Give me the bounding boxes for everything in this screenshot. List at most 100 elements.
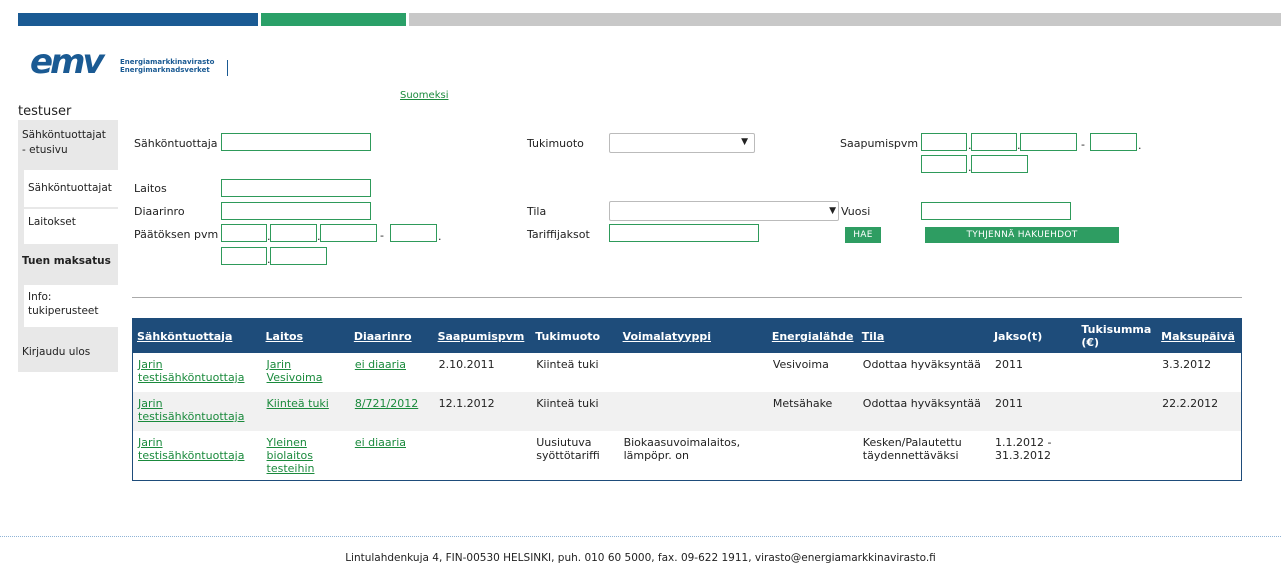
column-header[interactable]: Energialähde (767, 318, 858, 353)
results-table: Sähköntuottaja Laitos Diaarinro Saapumis… (132, 318, 1242, 481)
cell: Vesivoima (772, 358, 829, 371)
chevron-down-icon: ▼ (741, 137, 748, 147)
cell: Kiinteä tuki (536, 358, 599, 371)
label-vuosi: Vuosi (841, 205, 871, 218)
sidebar-item-etusivu[interactable]: Sähköntuottajat - etusivu (22, 128, 112, 158)
cell: Uusiutuva syöttötariffi (536, 436, 600, 462)
sidebar-item-label: Laitokset (28, 216, 76, 228)
cell (618, 392, 768, 431)
laitos-input[interactable] (221, 179, 371, 197)
logo-text: emv (30, 42, 105, 82)
label-diaarinro: Diaarinro (134, 205, 185, 218)
header-bar-green (261, 13, 406, 26)
sidebar-item-label: Sähköntuottajat (28, 182, 112, 194)
cell: Odottaa hyväksyntää (857, 392, 990, 431)
column-header[interactable]: Voimalatyyppi (618, 318, 768, 353)
cell-link[interactable]: Yleinen biolaitos testeihin (267, 436, 315, 475)
saapumispvm-from-month[interactable] (971, 133, 1017, 151)
range-dash: - (1081, 138, 1085, 151)
cell: Odottaa hyväksyntää (862, 358, 981, 371)
column-header[interactable]: Maksupäivä (1157, 318, 1242, 353)
cell-link[interactable]: Jarin Vesivoima (267, 358, 323, 384)
sidebar-item-tuen-maksatus[interactable]: Tuen maksatus (22, 255, 111, 267)
cell-link[interactable]: Jarin testisähköntuottaja (138, 436, 244, 462)
saapumispvm-to-month[interactable] (921, 155, 967, 173)
paatoksen-pvm-to-month[interactable] (221, 247, 267, 265)
header-bar-gray (409, 13, 1281, 26)
cell: Biokaasuvoimalaitos, lämpöpr. on (623, 436, 741, 462)
sidebar-item-kirjaudu-ulos[interactable]: Kirjaudu ulos (22, 346, 90, 358)
cell: 2011 (994, 358, 1023, 371)
cell: Metsähake (767, 392, 858, 431)
saapumispvm-to-year[interactable] (971, 155, 1028, 173)
sidebar-item-laitokset[interactable]: Laitokset (24, 209, 118, 244)
cell: 2011 (989, 392, 1078, 431)
chevron-down-icon: ▼ (829, 206, 836, 216)
label-tila: Tila (527, 205, 547, 218)
cell-link[interactable]: Jarin testisähköntuottaja (138, 397, 244, 423)
tukimuoto-select[interactable]: ▼ (609, 133, 755, 153)
sahkontuottaja-input[interactable] (221, 133, 371, 151)
divider (132, 297, 1242, 298)
label-tukimuoto: Tukimuoto (527, 137, 584, 150)
cell-link[interactable]: ei diaaria (355, 358, 406, 371)
column-header: Tukisumma (€) (1077, 318, 1158, 353)
cell (1157, 431, 1241, 481)
date-separator: . (438, 230, 442, 243)
column-header: Jakso(t) (989, 318, 1078, 353)
label-paatoksen-pvm: Päätöksen pvm (134, 228, 219, 241)
label-laitos: Laitos (134, 182, 167, 195)
footer-address: Lintulahdenkuja 4, FIN-00530 HELSINKI, p… (345, 552, 936, 564)
label-saapumispvm: Saapumispvm (840, 137, 919, 150)
cell: 3.3.2012 (1162, 358, 1212, 371)
diaarinro-input[interactable] (221, 202, 371, 220)
paatoksen-pvm-from-day[interactable] (221, 224, 267, 242)
paatoksen-pvm-from-month[interactable] (270, 224, 317, 242)
logo-name-finnish: Energiamarkkinavirasto (120, 58, 215, 66)
cell (1077, 392, 1158, 431)
saapumispvm-from-day[interactable] (921, 133, 967, 151)
search-button[interactable]: HAE (845, 227, 881, 243)
column-header[interactable]: Diaarinro (349, 318, 434, 353)
range-dash: - (380, 229, 384, 242)
column-header[interactable]: Sähköntuottaja (132, 318, 262, 353)
column-header[interactable]: Laitos (261, 318, 350, 353)
tila-select[interactable]: ▼ (609, 201, 839, 221)
cell (1077, 431, 1157, 481)
clear-criteria-button[interactable]: TYHJENNÄ HAKUEHDOT (925, 227, 1119, 243)
cell: 22.2.2012 (1157, 392, 1242, 431)
column-header[interactable]: Tila (857, 318, 990, 353)
logo-name-swedish: Energimarknadsverket (120, 66, 210, 74)
date-separator: . (1138, 139, 1142, 152)
sidebar: Sähköntuottajat - etusivu Sähköntuottaja… (18, 120, 118, 372)
table-header-row: Sähköntuottaja Laitos Diaarinro Saapumis… (132, 318, 1242, 353)
label-tariffijaksot: Tariffijaksot (527, 228, 590, 241)
paatoksen-pvm-to-year[interactable] (270, 247, 327, 265)
cell: Kiinteä tuki (531, 392, 619, 431)
sidebar-item-label: Info: tukiperusteet (28, 291, 99, 317)
saapumispvm-to-day[interactable] (1090, 133, 1137, 151)
cell-link[interactable]: Jarin testisähköntuottaja (138, 358, 244, 384)
tariffijaksot-input[interactable] (609, 224, 759, 242)
vuosi-input[interactable] (921, 202, 1071, 220)
column-header[interactable]: Saapumispvm (433, 318, 532, 353)
paatoksen-pvm-from-year[interactable] (320, 224, 377, 242)
table-row: Jarin testisähköntuottaja Jarin Vesivoim… (133, 353, 1242, 392)
paatoksen-pvm-to-day[interactable] (390, 224, 437, 242)
cell-link[interactable]: 8/721/2012 (355, 397, 418, 410)
cell: 1.1.2012 - 31.3.2012 (994, 436, 1052, 462)
username: testuser (18, 104, 72, 119)
footer-divider (0, 536, 1281, 537)
cell (1077, 353, 1157, 392)
cell-link[interactable]: ei diaaria (355, 436, 406, 449)
logo-divider (227, 60, 228, 76)
cell: Kesken/Palautettu täydennettäväksi (862, 436, 962, 462)
cell-link[interactable]: Kiinteä tuki (267, 397, 329, 410)
sidebar-item-info[interactable]: Info: tukiperusteet (24, 285, 118, 327)
table-row: Jarin testisähköntuottaja Kiinteä tuki 8… (132, 392, 1242, 431)
sidebar-item-sahkontuottajat[interactable]: Sähköntuottajat (24, 170, 118, 207)
cell: 12.1.2012 (433, 392, 532, 431)
saapumispvm-from-year[interactable] (1020, 133, 1077, 151)
language-link[interactable]: Suomeksi (400, 90, 448, 101)
cell (619, 353, 768, 392)
